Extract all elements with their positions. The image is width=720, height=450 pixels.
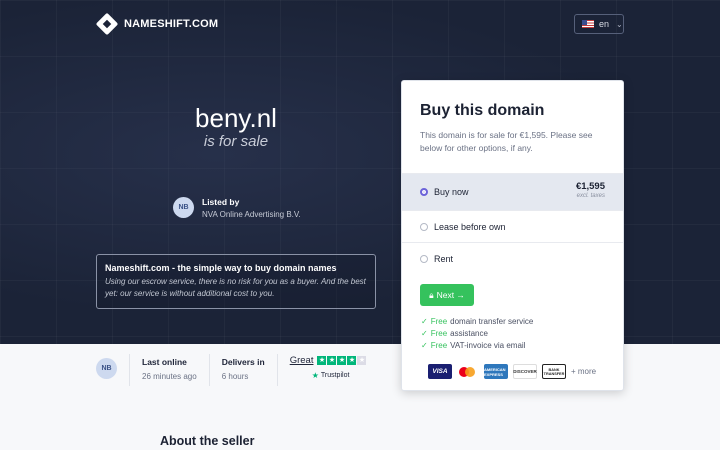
radio-icon[interactable]	[420, 223, 428, 231]
nameshift-logo-icon	[95, 12, 119, 36]
star-icon: ★	[327, 356, 337, 365]
option-label: Lease before own	[434, 222, 506, 232]
language-label: en	[599, 19, 610, 29]
bank-transfer-icon: BANK TRANSFER	[542, 364, 566, 379]
trustpilot-star-icon: ★	[311, 371, 319, 380]
listed-by: NB Listed by NVA Online Advertising B.V.	[173, 197, 301, 219]
trustpilot-brand: Trustpilot	[320, 372, 350, 379]
chevron-down-icon: ⌄	[616, 19, 623, 29]
more-payment-link[interactable]: + more	[571, 367, 596, 376]
last-online-stat: Last online 26 minutes ago	[129, 354, 209, 386]
amex-icon: AMERICAN EXPRESS	[484, 364, 508, 379]
checkmark-icon: ✓	[421, 328, 428, 338]
feature-item: ✓ Free domain transfer service	[421, 316, 534, 326]
buy-domain-card: Buy this domain This domain is for sale …	[401, 80, 624, 391]
discover-icon: DISCOVER	[513, 364, 537, 379]
mastercard-icon	[457, 364, 479, 379]
option-label: Rent	[434, 254, 454, 264]
next-button[interactable]: 🔒︎ Next →	[420, 284, 474, 306]
checkmark-icon: ✓	[421, 340, 428, 350]
payment-methods: VISA AMERICAN EXPRESS DISCOVER BANK TRAN…	[428, 364, 596, 379]
seller-avatar: NB	[173, 197, 194, 218]
star-icon: ★	[347, 356, 357, 365]
seller-name[interactable]: NVA Online Advertising B.V.	[202, 210, 301, 219]
feature-item: ✓ Free VAT-invoice via email	[421, 340, 526, 350]
site-logo[interactable]: NAMESHIFT.COM	[95, 12, 219, 36]
checkmark-icon: ✓	[421, 316, 428, 326]
for-sale-subtitle: is for sale	[203, 133, 269, 150]
delivers-in-value: 6 hours	[221, 372, 249, 381]
domain-name: beny.nl	[195, 103, 277, 133]
info-title: Nameshift.com - the simple way to buy do…	[105, 263, 337, 273]
star-icon: ★	[317, 356, 327, 365]
trustpilot-rating-label: Great	[289, 355, 314, 366]
seller-avatar-small: NB	[96, 358, 117, 379]
option-price: €1,595	[575, 181, 605, 192]
star-empty-icon: ★	[357, 356, 367, 365]
delivers-in-label: Delivers in	[221, 357, 265, 367]
tax-note: excl. taxes	[576, 193, 605, 199]
feature-item: ✓ Free assistance	[421, 328, 488, 338]
option-buy-now[interactable]: Buy now €1,595 excl. taxes	[402, 173, 623, 210]
trustpilot-widget[interactable]: Great ★ ★ ★ ★ ★ ★ Trustpilot	[276, 354, 367, 386]
card-title: Buy this domain	[420, 102, 545, 119]
star-icon: ★	[337, 356, 347, 365]
seller-stats: NB Last online 26 minutes ago Delivers i…	[96, 354, 367, 386]
trustpilot-stars: ★ ★ ★ ★ ★	[317, 356, 367, 365]
radio-selected-icon[interactable]	[420, 188, 428, 196]
language-selector[interactable]: en ⌄	[574, 14, 624, 34]
visa-icon: VISA	[428, 364, 452, 379]
logo-text: NAMESHIFT.COM	[124, 18, 219, 30]
option-lease[interactable]: Lease before own	[402, 210, 623, 243]
listed-by-label: Listed by	[202, 197, 240, 207]
card-description: This domain is for sale for €1,595. Plea…	[420, 130, 593, 153]
next-button-label: Next →	[436, 290, 465, 300]
last-online-label: Last online	[142, 357, 187, 367]
option-label: Buy now	[434, 187, 469, 197]
features-list: ✓ Free domain transfer service ✓ Free assist…	[421, 315, 533, 351]
delivers-in-stat: Delivers in 6 hours	[208, 354, 277, 386]
info-box: Nameshift.com - the simple way to buy do…	[96, 254, 376, 309]
about-seller-heading: About the seller	[160, 434, 255, 448]
last-online-value: 26 minutes ago	[142, 372, 197, 381]
option-rent[interactable]: Rent	[402, 242, 623, 275]
info-text: Using our escrow service, there is no ri…	[105, 277, 366, 298]
us-flag-icon	[582, 20, 594, 28]
lock-icon: 🔒︎	[429, 289, 434, 300]
radio-icon[interactable]	[420, 255, 428, 263]
